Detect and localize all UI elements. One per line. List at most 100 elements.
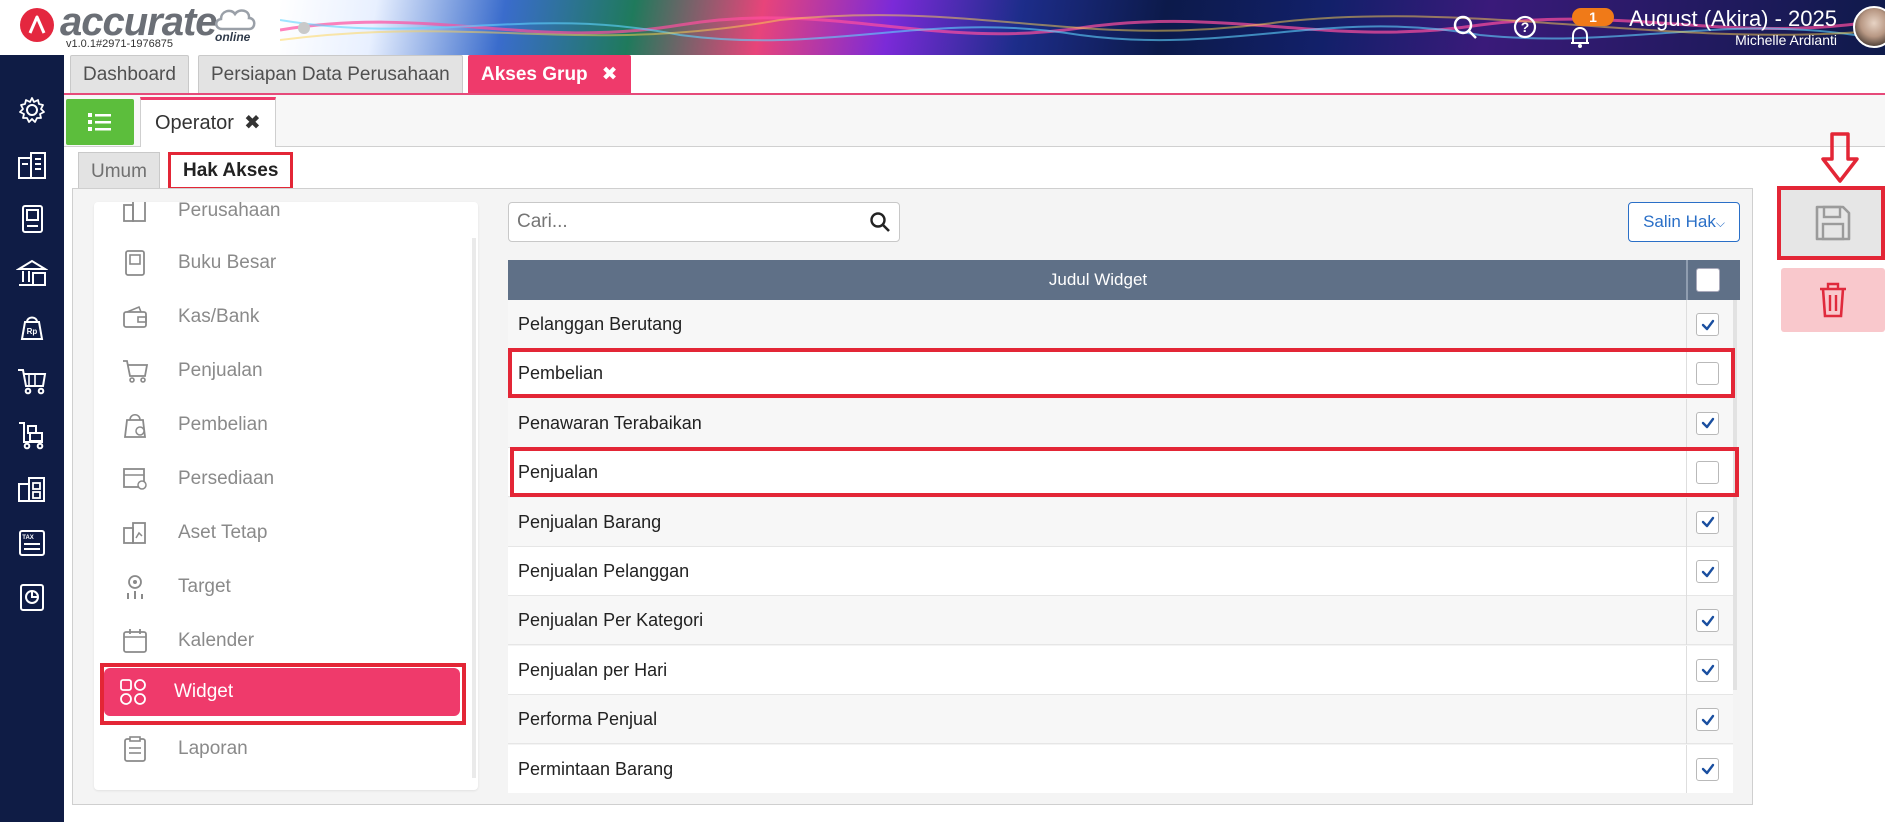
close-tab-icon[interactable]: ✖ [602,64,618,85]
company-name[interactable]: August (Akira) - 2025 [1629,6,1837,32]
tab-akses-grup-label: Akses Grup [481,64,588,85]
user-name[interactable]: Michelle Ardianti [1735,32,1837,48]
notification-badge[interactable]: 1 [1572,8,1614,26]
row-checkbox[interactable] [1696,708,1719,732]
tab-dashboard[interactable]: Dashboard [70,55,189,93]
report-icon [118,732,152,766]
checkmark-path [1701,763,1714,775]
menu-item-label: Kas/Bank [178,306,260,327]
checkmark-icon [1701,418,1714,429]
table-row[interactable]: Penjualan Barang [508,497,1733,547]
cell-divider [1686,744,1687,793]
close-operator-icon[interactable]: ✖ [244,112,261,134]
row-checkbox[interactable] [1696,313,1719,336]
table-row[interactable]: Performa Penjual [508,695,1733,745]
menu-item-label: Penjualan [178,360,263,381]
row-label: Permintaan Barang [518,758,674,779]
checkmark-path [1701,615,1714,627]
tab-umum[interactable]: Umum [78,152,160,190]
tax-icon[interactable]: TAX [14,525,50,561]
table-row[interactable]: Penjualan Per Kategori [508,596,1733,646]
tab-akses-grup[interactable]: Akses Grup ✖ [468,55,631,93]
table-row[interactable]: Penjualan Pelanggan [508,547,1733,596]
row-label: Penawaran Terabaikan [518,412,702,433]
cart-icon [118,354,152,388]
checkmark-path [1701,714,1714,725]
menu-item-label: Pembelian [178,414,268,435]
search-input[interactable] [517,211,847,233]
widget-table: Judul Widget Pelanggan Berutang Pembelian… [508,260,1740,793]
row-checkbox[interactable] [1696,757,1719,781]
version-text: v1.0.1#2971-1976875 [66,38,174,50]
target-icon [118,570,152,604]
down-arrow-annotation-icon [1821,132,1859,183]
tab-operator[interactable]: Operator ✖ [140,97,276,147]
menu-scrollbar[interactable] [472,238,476,778]
menu-item-kalender[interactable]: Kalender [94,614,478,668]
table-row[interactable]: Penawaran Terabaikan [508,398,1733,448]
checkmark-path [1701,418,1714,429]
select-all-checkbox[interactable] [1696,268,1720,292]
row-checkbox[interactable] [1696,658,1719,682]
cell-divider [1686,497,1687,547]
row-checkbox[interactable] [1696,510,1719,534]
svg-text:?: ? [1521,19,1530,35]
bank-icon[interactable] [14,255,50,291]
checkmark-icon [1701,319,1714,330]
cell-divider [1686,398,1687,448]
menu-item-label: Kalender [178,630,255,651]
logo-online-text: online [215,30,251,44]
warehouse-icon[interactable] [14,471,50,507]
menu-item-persediaan[interactable]: Persediaan [94,452,478,506]
checkmark-icon [1701,714,1714,725]
menu-item-target[interactable]: Target [94,560,478,614]
menu-item-aset-tetap[interactable]: Aset Tetap [94,506,478,560]
tab-persiapan-data-perusahaan[interactable]: Persiapan Data Perusahaan [198,55,463,93]
search-icon[interactable] [869,211,891,233]
table-row[interactable]: Permintaan Barang [508,744,1733,793]
row-checkbox[interactable] [1696,560,1719,583]
cart-icon[interactable] [14,363,50,399]
checkmark-path [1701,566,1714,577]
menu-item-buku-besar[interactable]: Buku Besar [94,236,478,290]
menu-item-label: Persediaan [178,468,275,489]
menu-item-laporan[interactable]: Laporan [94,722,478,776]
tab-hak-akses[interactable]: Hak Akses [168,152,294,190]
menu-item-perusahaan[interactable]: Perusahaan [94,202,478,238]
sales-bag-icon[interactable]: Rp [14,309,50,345]
svg-text:Rp: Rp [27,327,38,336]
calendar-icon [118,624,152,658]
copy-rights-button[interactable]: Salin Hak⌵ [1628,202,1740,242]
row-label: Penjualan Per Kategori [518,610,704,631]
sub-tab-bar: Operator ✖ [64,95,1885,147]
menu-item-pembelian[interactable]: Pembelian [94,398,478,452]
settings-gear-icon[interactable] [14,92,50,128]
asset-icon [118,516,152,550]
header-divider [1686,260,1688,300]
row-checkbox[interactable] [1696,609,1719,633]
help-icon[interactable]: ? [1512,14,1538,40]
report-chart-icon[interactable] [14,579,50,615]
search-icon[interactable] [1452,14,1478,40]
table-header: Judul Widget [508,260,1740,300]
shopping-bag-icon [118,408,152,442]
menu-item-kas-bank[interactable]: Kas/Bank [94,290,478,344]
purchase-cart-icon[interactable] [14,417,50,453]
checkmark-icon [1701,665,1714,676]
cell-divider [1686,547,1687,596]
bell-icon[interactable] [1567,24,1593,50]
table-row[interactable]: Penjualan per Hari [508,645,1733,695]
row-checkbox[interactable] [1696,411,1719,435]
ledger-book-icon[interactable] [14,201,50,237]
list-view-button[interactable] [66,99,134,145]
column-header-judul-widget: Judul Widget [1048,270,1148,289]
copy-rights-label: Salin Hak [1643,212,1716,231]
row-label: Performa Penjual [518,709,658,730]
delete-button[interactable] [1781,268,1885,332]
menu-item-penjualan[interactable]: Penjualan [94,344,478,398]
company-building-icon[interactable] [14,147,50,183]
pembelian-row-highlight [508,348,1735,398]
table-row[interactable]: Pelanggan Berutang [508,300,1733,349]
logo-mark-icon [20,8,54,42]
cloud-icon [215,9,256,31]
